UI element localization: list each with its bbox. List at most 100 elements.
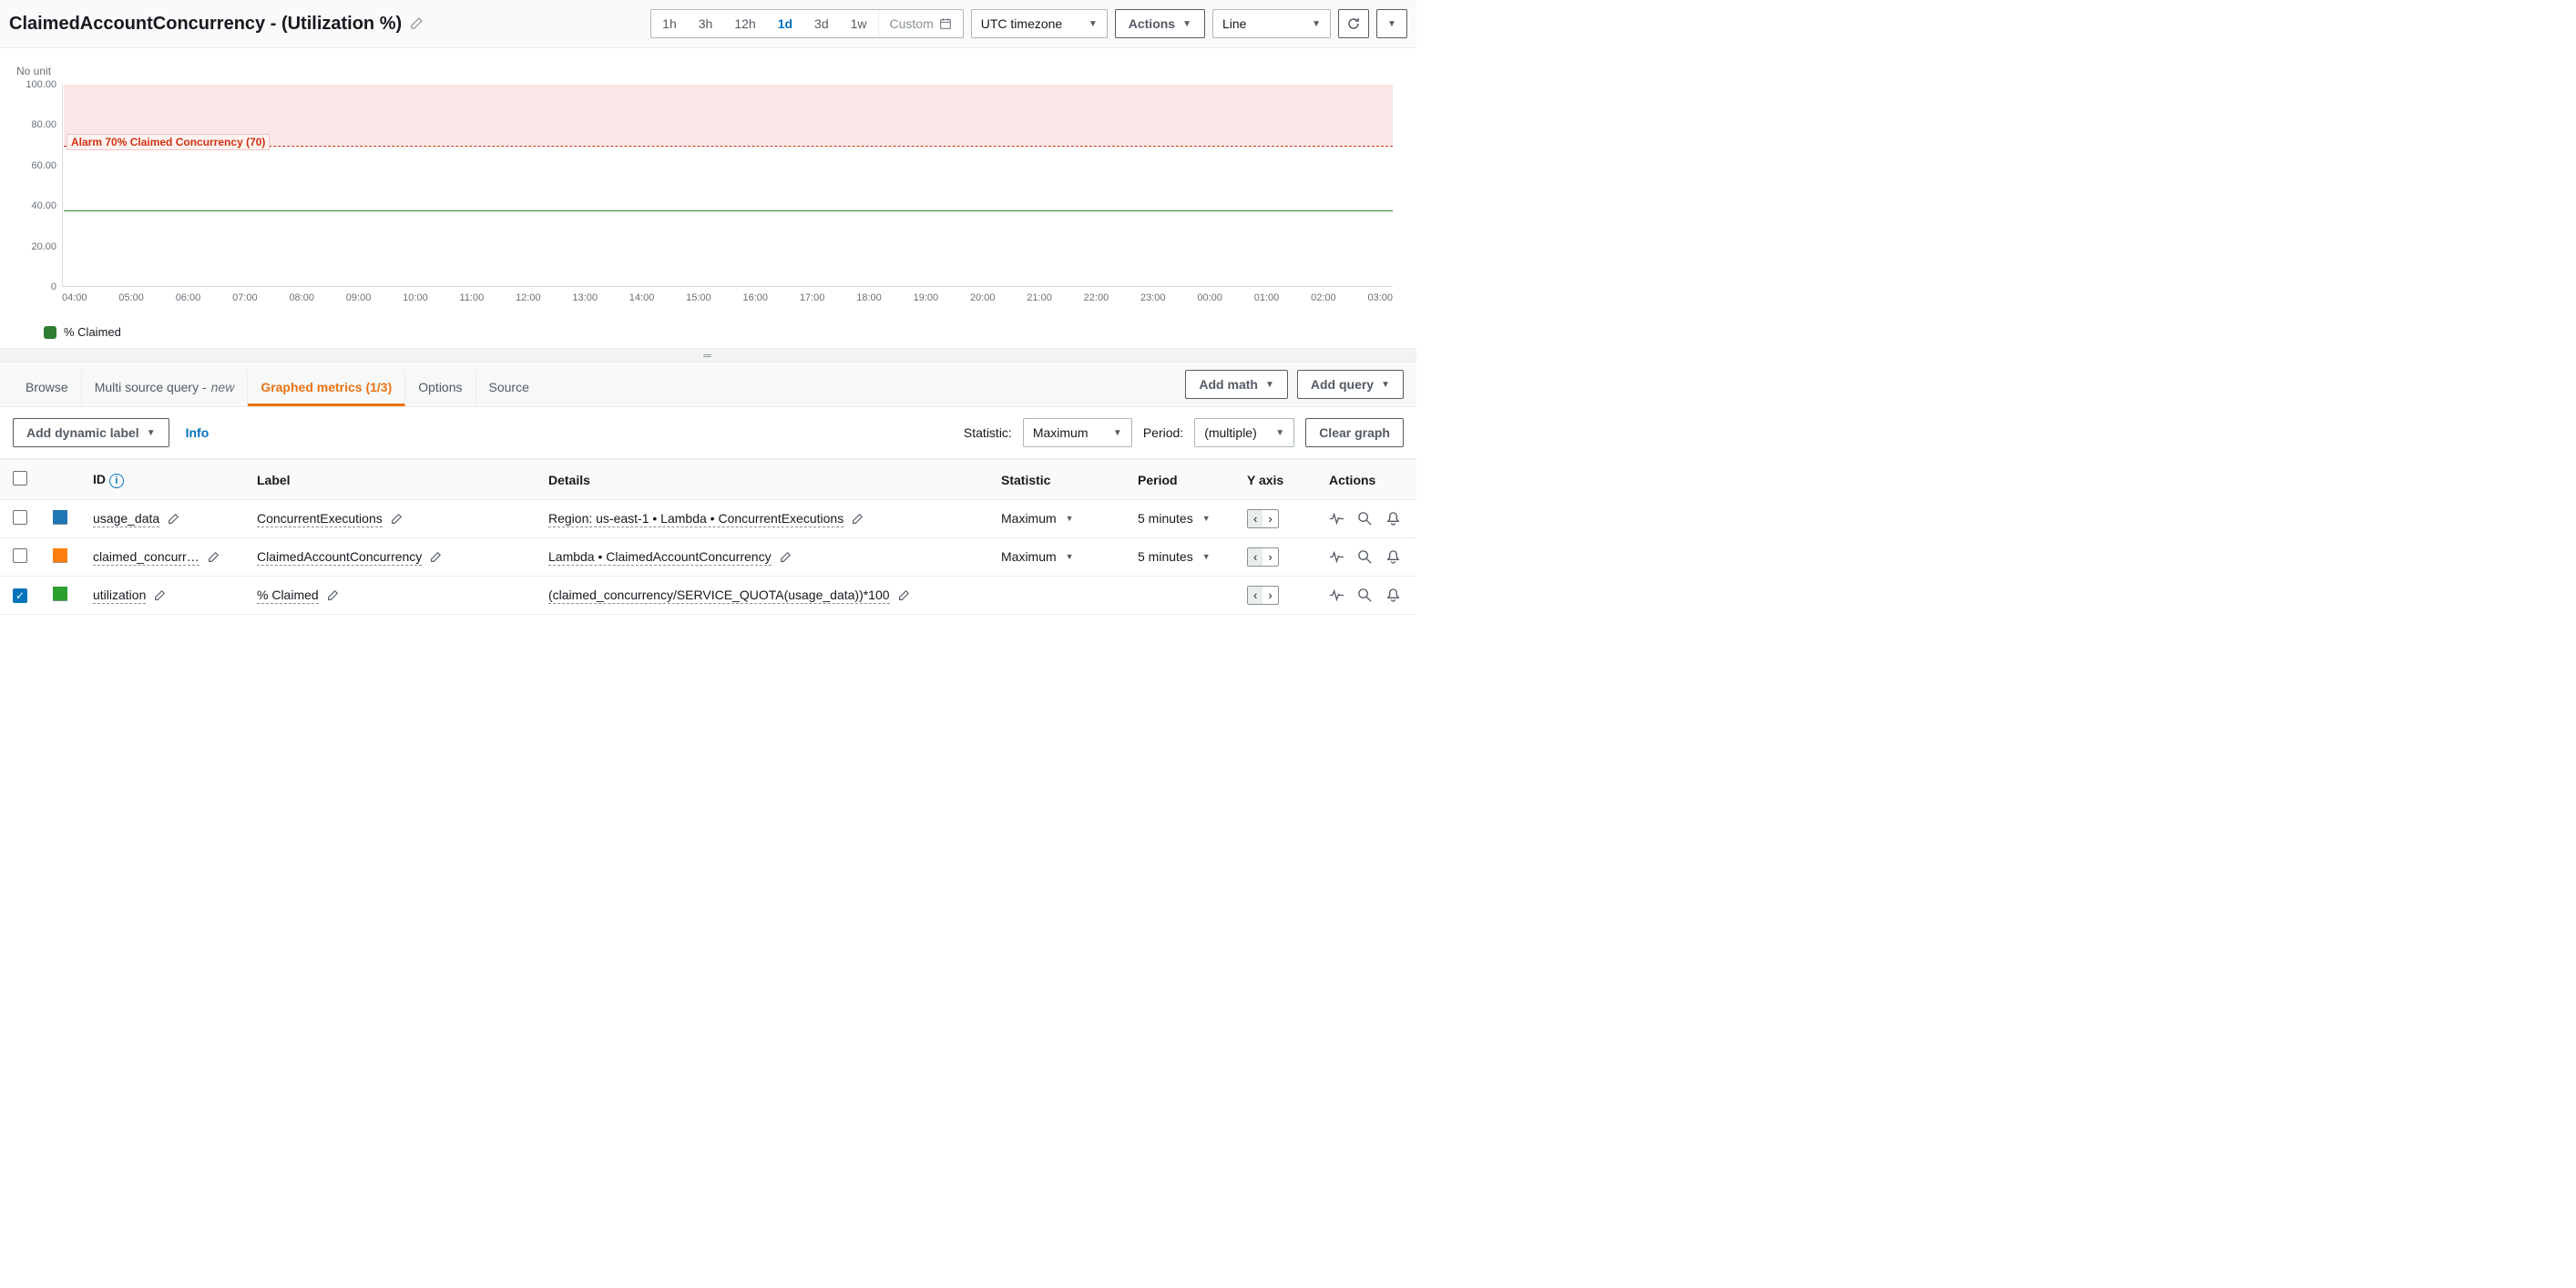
- x-tick: 00:00: [1197, 292, 1222, 303]
- legend-label[interactable]: % Claimed: [64, 325, 121, 339]
- add-query-button[interactable]: Add query▼: [1297, 370, 1404, 399]
- color-swatch[interactable]: [53, 510, 67, 525]
- metric-label[interactable]: ClaimedAccountConcurrency: [257, 549, 422, 566]
- add-dynamic-label-button[interactable]: Add dynamic label▼: [13, 418, 169, 447]
- x-tick: 15:00: [686, 292, 711, 303]
- col-yaxis: Y axis: [1234, 460, 1316, 500]
- table-row: claimed_concurr… ClaimedAccountConcurren…: [0, 538, 1416, 577]
- metric-details[interactable]: Region: us-east-1 • Lambda • ConcurrentE…: [548, 511, 843, 527]
- tab-browse[interactable]: Browse: [13, 371, 82, 406]
- row-statistic-select[interactable]: Maximum▼: [1001, 549, 1074, 565]
- edit-icon[interactable]: [390, 513, 403, 526]
- timezone-select[interactable]: UTC timezone ▼: [971, 9, 1108, 38]
- time-custom-label: Custom: [890, 16, 934, 31]
- y-axis-ticks: 100.00 80.00 60.00 40.00 20.00 0: [16, 85, 56, 287]
- search-icon[interactable]: [1357, 549, 1373, 565]
- metric-details[interactable]: (claimed_concurrency/SERVICE_QUOTA(usage…: [548, 588, 890, 604]
- tab-multi-source[interactable]: Multi source query - new: [82, 371, 249, 406]
- time-opt-1h[interactable]: 1h: [651, 10, 688, 37]
- plot-area[interactable]: Alarm 70% Claimed Concurrency (70): [62, 85, 1393, 287]
- edit-icon[interactable]: [207, 551, 220, 564]
- resize-handle[interactable]: ═: [0, 348, 1416, 363]
- row-checkbox[interactable]: [13, 588, 27, 603]
- edit-icon[interactable]: [429, 551, 442, 564]
- metric-label[interactable]: % Claimed: [257, 588, 319, 604]
- col-id: ID: [93, 472, 106, 486]
- x-tick: 04:00: [62, 292, 87, 303]
- time-opt-3h[interactable]: 3h: [688, 10, 724, 37]
- info-icon[interactable]: i: [109, 474, 124, 488]
- x-tick: 03:00: [1367, 292, 1393, 303]
- edit-icon[interactable]: [851, 513, 864, 526]
- row-period-select[interactable]: 5 minutes▼: [1138, 511, 1211, 526]
- search-icon[interactable]: [1357, 588, 1373, 603]
- row-checkbox[interactable]: [13, 548, 27, 563]
- add-math-button[interactable]: Add math▼: [1185, 370, 1287, 399]
- pulse-icon[interactable]: [1329, 588, 1344, 603]
- bell-icon[interactable]: [1385, 511, 1401, 526]
- clear-graph-button[interactable]: Clear graph: [1305, 418, 1404, 447]
- info-link[interactable]: Info: [186, 425, 210, 440]
- chevron-down-icon: ▼: [1113, 428, 1122, 438]
- y-tick: 40.00: [31, 200, 56, 211]
- row-checkbox[interactable]: [13, 510, 27, 525]
- x-tick: 08:00: [289, 292, 314, 303]
- metrics-table: ID i Label Details Statistic Period Y ax…: [0, 459, 1416, 615]
- y-tick: 20.00: [31, 241, 56, 252]
- x-tick: 13:00: [572, 292, 598, 303]
- pulse-icon[interactable]: [1329, 549, 1344, 565]
- page-title: ClaimedAccountConcurrency - (Utilization…: [9, 14, 402, 35]
- metric-details[interactable]: Lambda • ClaimedAccountConcurrency: [548, 549, 772, 566]
- time-opt-1w[interactable]: 1w: [840, 10, 878, 37]
- bell-icon[interactable]: [1385, 588, 1401, 603]
- period-select[interactable]: (multiple)▼: [1194, 418, 1294, 447]
- x-tick: 17:00: [800, 292, 825, 303]
- pulse-icon[interactable]: [1329, 511, 1344, 526]
- time-opt-3d[interactable]: 3d: [803, 10, 840, 37]
- bell-icon[interactable]: [1385, 549, 1401, 565]
- time-opt-12h[interactable]: 12h: [723, 10, 766, 37]
- yaxis-toggle[interactable]: ‹›: [1247, 509, 1279, 528]
- edit-icon[interactable]: [167, 513, 179, 526]
- x-tick: 22:00: [1084, 292, 1109, 303]
- row-statistic-select[interactable]: Maximum▼: [1001, 511, 1074, 526]
- chart-panel: No unit 100.00 80.00 60.00 40.00 20.00 0…: [0, 48, 1416, 348]
- chevron-down-icon: ▼: [1312, 19, 1321, 29]
- select-all-checkbox[interactable]: [13, 471, 27, 486]
- x-tick: 20:00: [970, 292, 996, 303]
- tab-graphed-metrics[interactable]: Graphed metrics (1/3): [248, 371, 405, 406]
- time-opt-1d[interactable]: 1d: [767, 10, 803, 37]
- refresh-menu-button[interactable]: ▼: [1376, 9, 1407, 38]
- actions-button[interactable]: Actions ▼: [1115, 9, 1205, 38]
- edit-icon[interactable]: [326, 589, 339, 602]
- chart-type-select[interactable]: Line ▼: [1212, 9, 1331, 38]
- x-tick: 07:00: [232, 292, 258, 303]
- statistic-select[interactable]: Maximum▼: [1023, 418, 1132, 447]
- metric-label[interactable]: ConcurrentExecutions: [257, 511, 383, 527]
- tab-options[interactable]: Options: [405, 371, 475, 406]
- yaxis-toggle[interactable]: ‹›: [1247, 547, 1279, 567]
- header: ClaimedAccountConcurrency - (Utilization…: [0, 0, 1416, 48]
- search-icon[interactable]: [1357, 511, 1373, 526]
- refresh-button[interactable]: [1338, 9, 1369, 38]
- chevron-down-icon: ▼: [1265, 380, 1274, 390]
- tab-source[interactable]: Source: [476, 371, 542, 406]
- row-period-select[interactable]: 5 minutes▼: [1138, 549, 1211, 565]
- statistic-label: Statistic:: [964, 425, 1012, 440]
- edit-icon[interactable]: [897, 589, 910, 602]
- col-statistic: Statistic: [988, 460, 1125, 500]
- chart-type-value: Line: [1222, 16, 1246, 31]
- edit-title-icon[interactable]: [409, 16, 424, 31]
- metric-id[interactable]: usage_data: [93, 511, 159, 527]
- calendar-icon: [939, 17, 952, 30]
- time-custom[interactable]: Custom: [878, 10, 963, 37]
- edit-icon[interactable]: [153, 589, 166, 602]
- metric-id[interactable]: utilization: [93, 588, 146, 604]
- color-swatch[interactable]: [53, 587, 67, 601]
- metric-id[interactable]: claimed_concurr…: [93, 549, 199, 566]
- chevron-down-icon: ▼: [1275, 428, 1284, 438]
- color-swatch[interactable]: [53, 548, 67, 563]
- yaxis-toggle[interactable]: ‹›: [1247, 586, 1279, 605]
- edit-icon[interactable]: [779, 551, 792, 564]
- actions-label: Actions: [1129, 16, 1175, 31]
